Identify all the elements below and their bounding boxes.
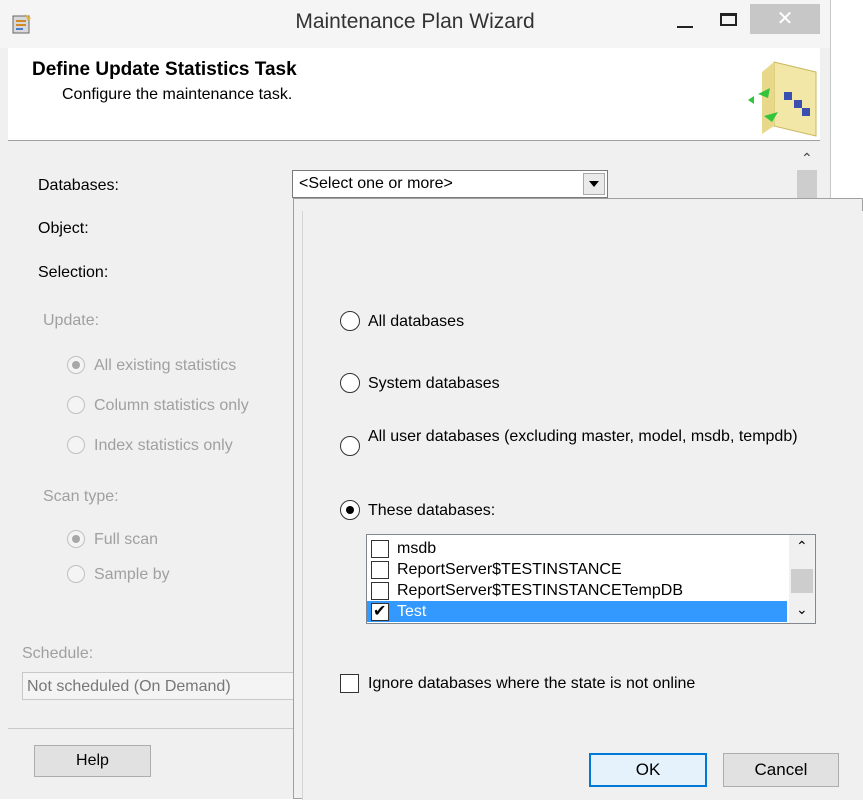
- close-button[interactable]: ✕: [750, 4, 820, 34]
- cancel-button[interactable]: Cancel: [723, 753, 839, 787]
- scroll-thumb[interactable]: [791, 569, 813, 593]
- page-title: Define Update Statistics Task: [32, 59, 297, 80]
- ok-button[interactable]: OK: [589, 753, 707, 787]
- list-item-selected[interactable]: Test: [367, 601, 787, 622]
- schedule-value: Not scheduled (On Demand): [27, 678, 231, 695]
- radio-system-databases[interactable]: [340, 373, 360, 393]
- chevron-up-icon[interactable]: ⌃: [801, 150, 813, 167]
- maximize-button[interactable]: [712, 8, 748, 38]
- schedule-field[interactable]: Not scheduled (On Demand): [22, 672, 302, 700]
- schedule-label: Schedule:: [22, 645, 94, 662]
- ignore-offline-label: Ignore databases where the state is not …: [368, 675, 696, 692]
- databases-label: Databases:: [38, 177, 119, 194]
- chevron-up-icon[interactable]: ⌃: [796, 538, 808, 555]
- list-item[interactable]: ReportServer$TESTINSTANCETempDB: [367, 580, 787, 601]
- databases-dropdown-popup: [293, 198, 863, 800]
- checkbox[interactable]: [371, 582, 389, 600]
- radio-these-databases[interactable]: [340, 500, 360, 520]
- scan-type-label: Scan type:: [43, 488, 119, 505]
- scan-option-label: Full scan: [94, 531, 159, 548]
- radio-index-statistics[interactable]: [67, 436, 85, 454]
- option-label: These databases:: [368, 502, 496, 519]
- databases-dropdown-value: <Select one or more>: [299, 175, 453, 192]
- list-scrollbar[interactable]: ⌃ ⌄: [789, 535, 815, 623]
- object-label: Object:: [38, 220, 89, 237]
- update-option-label: Index statistics only: [94, 437, 233, 454]
- radio-column-statistics[interactable]: [67, 396, 85, 414]
- scan-option-label: Sample by: [94, 566, 170, 583]
- update-group-label: Update:: [43, 312, 100, 329]
- minimize-button[interactable]: [668, 8, 704, 38]
- option-label: System databases: [368, 375, 500, 392]
- update-option-label: All existing statistics: [94, 357, 237, 374]
- close-icon: ✕: [776, 8, 794, 30]
- database-name: msdb: [397, 540, 437, 557]
- radio-all-existing-statistics[interactable]: [67, 356, 85, 374]
- chevron-down-icon[interactable]: [583, 173, 605, 195]
- ignore-offline-checkbox[interactable]: [340, 674, 359, 693]
- list-item[interactable]: msdb: [367, 538, 787, 559]
- option-label: All user databases (excluding master, mo…: [368, 428, 798, 445]
- selection-label: Selection:: [38, 264, 109, 281]
- help-button[interactable]: Help: [34, 745, 151, 777]
- wizard-header: Define Update Statistics Task Configure …: [8, 48, 820, 141]
- checkbox[interactable]: [371, 540, 389, 558]
- database-name: ReportServer$TESTINSTANCE: [397, 561, 622, 578]
- page-subtitle: Configure the maintenance task.: [62, 86, 293, 103]
- radio-all-user-databases[interactable]: [340, 436, 360, 456]
- checkbox-checked[interactable]: [371, 601, 389, 621]
- database-name: ReportServer$TESTINSTANCETempDB: [397, 582, 683, 599]
- checkbox[interactable]: [371, 561, 389, 579]
- list-item[interactable]: ReportServer$TESTINSTANCE: [367, 559, 787, 580]
- footer-divider: [8, 728, 294, 729]
- database-list[interactable]: msdb ReportServer$TESTINSTANCE ReportSer…: [366, 534, 816, 624]
- window-title: Maintenance Plan Wizard: [295, 10, 535, 33]
- radio-full-scan[interactable]: [67, 530, 85, 548]
- update-option-label: Column statistics only: [94, 397, 249, 414]
- option-label: All databases: [368, 313, 465, 330]
- maintenance-plan-graphic: [748, 61, 817, 137]
- chevron-down-icon[interactable]: ⌄: [796, 601, 808, 618]
- radio-sample-by[interactable]: [67, 565, 85, 583]
- radio-all-databases[interactable]: [340, 311, 360, 331]
- database-name: Test: [397, 603, 427, 620]
- form-scrollbar[interactable]: ⌃: [795, 146, 819, 202]
- title-bar: Maintenance Plan Wizard ✕: [0, 0, 830, 48]
- databases-dropdown[interactable]: <Select one or more>: [292, 170, 608, 198]
